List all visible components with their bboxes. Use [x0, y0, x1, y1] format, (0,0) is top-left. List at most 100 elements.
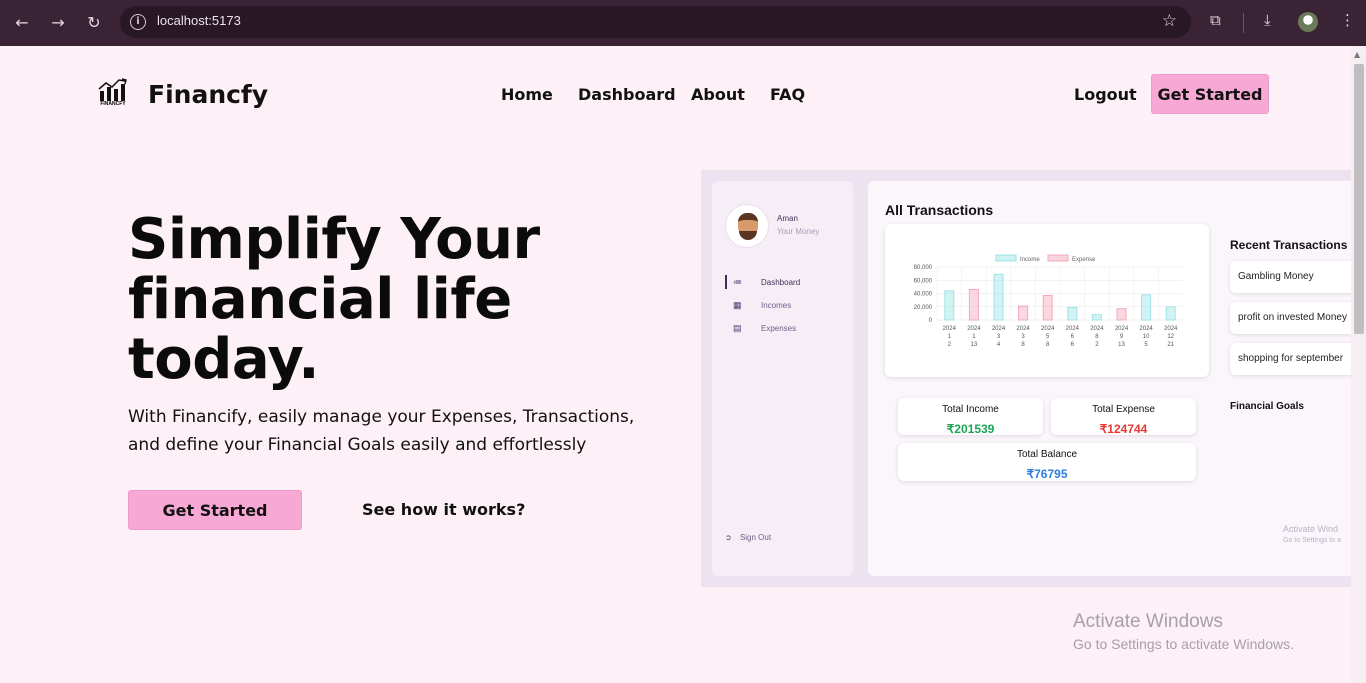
- bar-income: [944, 290, 955, 321]
- scrollbar-thumb[interactable]: [1354, 64, 1364, 334]
- url-text[interactable]: localhost:5173: [157, 13, 241, 28]
- scroll-up-icon[interactable]: ▲: [1354, 50, 1360, 59]
- legend-label: Expense: [1072, 257, 1096, 263]
- x-tick-label: 5: [1046, 334, 1050, 340]
- x-tick-label: 6: [1071, 342, 1075, 348]
- x-tick-label: 12: [1167, 334, 1174, 340]
- x-tick-label: 2024: [992, 326, 1006, 332]
- x-tick-label: 2: [948, 342, 952, 348]
- legend-swatch: [1047, 254, 1069, 262]
- x-tick-label: 4: [997, 342, 1001, 348]
- total-income-value: ₹201539: [946, 422, 995, 436]
- recent-item: Gambling Money: [1230, 261, 1351, 293]
- x-tick-label: 2: [1095, 342, 1099, 348]
- bar-income: [1165, 306, 1176, 321]
- bill-icon: ▤: [733, 323, 742, 333]
- x-tick-label: 9: [1120, 334, 1124, 340]
- bar-income: [993, 273, 1004, 321]
- logo-caption: FINANCFY: [100, 101, 126, 107]
- bar-expense: [1018, 305, 1029, 321]
- activate-windows-watermark: Activate Windows Go to Settings to activ…: [1073, 611, 1294, 652]
- total-expense-value: ₹124744: [1099, 422, 1148, 436]
- preview-menu-dashboard: ≔ Dashboard: [725, 277, 800, 288]
- total-balance-value: ₹76795: [1026, 467, 1068, 481]
- total-expense-label: Total Expense: [1092, 404, 1155, 415]
- bookmark-star-icon[interactable]: ☆: [1162, 11, 1177, 31]
- reload-icon[interactable]: ↻: [82, 11, 106, 35]
- financial-goals-title: Financial Goals: [1230, 401, 1304, 412]
- total-balance-card: Total Balance ₹76795: [898, 443, 1196, 481]
- total-income-card: Total Income ₹201539: [898, 398, 1043, 436]
- avatar-beard: [739, 231, 757, 240]
- total-income-label: Total Income: [942, 404, 999, 415]
- preview-user-tagline: Your Money: [777, 227, 820, 236]
- preview-menu-expenses: ▤ Expenses: [725, 323, 796, 334]
- y-tick-label: 0: [929, 318, 933, 324]
- bar-income: [1067, 306, 1078, 321]
- x-tick-label: 13: [971, 342, 978, 348]
- x-tick-label: 3: [997, 334, 1001, 340]
- forward-icon[interactable]: →: [46, 11, 70, 35]
- get-started-header-button[interactable]: Get Started: [1151, 74, 1269, 114]
- x-tick-label: 8: [1046, 342, 1050, 348]
- hero-title: Simplify Your financial life today.: [128, 207, 540, 392]
- recent-item: profit on invested Money: [1230, 302, 1351, 334]
- x-tick-label: 1: [972, 334, 976, 340]
- x-tick-label: 2024: [1066, 326, 1080, 332]
- nav-faq[interactable]: FAQ: [770, 85, 805, 104]
- menu-label: Incomes: [761, 301, 792, 310]
- x-tick-label: 2024: [943, 326, 957, 332]
- x-tick-label: 2024: [1016, 326, 1030, 332]
- profile-avatar[interactable]: [1298, 12, 1318, 32]
- nav-about[interactable]: About: [691, 85, 745, 104]
- sign-out-icon: ➲: [725, 533, 732, 542]
- total-expense-card: Total Expense ₹124744: [1051, 398, 1196, 436]
- legend-label: Income: [1020, 257, 1040, 263]
- chart-line-icon: ≔: [733, 277, 742, 287]
- x-tick-label: 8: [1095, 334, 1099, 340]
- download-icon[interactable]: ⤓: [1264, 11, 1271, 29]
- menu-label: Expenses: [761, 324, 797, 333]
- x-tick-label: 8: [1021, 342, 1025, 348]
- y-tick-label: 20,000: [914, 305, 933, 311]
- see-how-it-works-link[interactable]: See how it works?: [362, 500, 525, 519]
- preview-sidebar: Aman Your Money ≔ Dashboard ▦ Incomes ▤ Exp…: [712, 181, 853, 576]
- logout-link[interactable]: Logout: [1074, 85, 1137, 104]
- total-balance-label: Total Balance: [1016, 449, 1078, 460]
- sign-out-label: Sign Out: [739, 533, 772, 542]
- y-tick-label: 60,000: [914, 278, 933, 284]
- nav-home[interactable]: Home: [501, 85, 553, 104]
- back-icon[interactable]: ←: [10, 11, 34, 35]
- activate-windows-title: Activate Windows: [1073, 611, 1223, 632]
- toolbar-divider: [1243, 13, 1244, 33]
- x-tick-label: 2024: [1164, 326, 1178, 332]
- x-tick-label: 10: [1143, 334, 1150, 340]
- preview-watermark-title: Activate Wind: [1283, 524, 1339, 534]
- preview-sign-out: ➲ Sign Out: [725, 533, 771, 542]
- hero-subtitle: With Financify, easily manage your Expen…: [128, 407, 635, 455]
- get-started-hero-button[interactable]: Get Started: [128, 490, 302, 530]
- transactions-chart: Income Expense 0 20,000 40,000 60,000 80,000 20…: [914, 254, 1183, 348]
- y-tick-label: 40,000: [914, 292, 933, 298]
- extensions-icon[interactable]: ⧉: [1210, 11, 1221, 29]
- preview-user-name: Aman: [777, 214, 798, 223]
- bar-expense: [1116, 308, 1127, 321]
- x-tick-label: 5: [1144, 342, 1148, 348]
- activate-windows-subtitle: Go to Settings to activate Windows.: [1073, 636, 1294, 652]
- x-tick-label: 6: [1071, 334, 1075, 340]
- brand-name[interactable]: Financfy: [148, 80, 268, 109]
- dashboard-preview: Aman Your Money ≔ Dashboard ▦ Incomes ▤ Exp…: [701, 170, 1351, 587]
- address-bar[interactable]: i localhost:5173 ☆: [120, 6, 1191, 38]
- x-tick-label: 2024: [1139, 326, 1153, 332]
- preview-activate-watermark: Activate Wind Go to Settings to a: [1283, 523, 1341, 547]
- y-tick-label: 80,000: [914, 265, 933, 271]
- x-tick-label: 21: [1167, 342, 1174, 348]
- bar-expense: [1042, 294, 1053, 321]
- x-tick-label: 2024: [1090, 326, 1104, 332]
- x-tick-label: 1: [948, 334, 952, 340]
- page-scrollbar[interactable]: ▲: [1351, 46, 1366, 683]
- site-info-icon[interactable]: i: [130, 14, 146, 30]
- menu-kebab-icon[interactable]: ⋮: [1340, 11, 1355, 29]
- x-tick-label: 2024: [1041, 326, 1055, 332]
- nav-dashboard[interactable]: Dashboard: [578, 85, 676, 104]
